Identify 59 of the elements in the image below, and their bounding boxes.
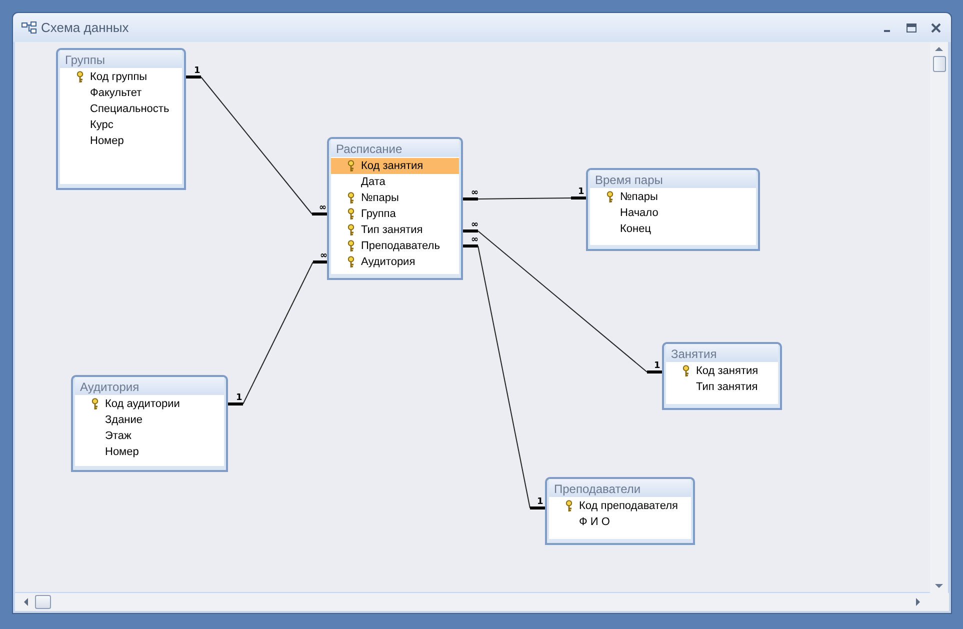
cardinality-label: 1 <box>654 361 660 371</box>
field-name[interactable]: Дата <box>361 176 386 188</box>
field-name[interactable]: Тип занятия <box>696 381 758 393</box>
cardinality-label: ∞ <box>320 251 328 261</box>
field-name[interactable]: Конец <box>620 223 652 235</box>
field-name[interactable]: Тип занятия <box>361 224 423 236</box>
table-title[interactable]: Время пары <box>590 170 756 188</box>
field-name[interactable]: Факультет <box>90 87 142 99</box>
relationships-icon <box>21 20 37 34</box>
vertical-scrollbar[interactable] <box>930 42 948 593</box>
window-title: Схема данных <box>41 20 130 35</box>
field-name[interactable]: Преподаватель <box>361 240 440 252</box>
cardinality-label: ∞ <box>471 220 478 230</box>
field-name[interactable]: Специальность <box>90 103 170 115</box>
maximize-icon[interactable] <box>906 22 917 32</box>
cardinality-label: ∞ <box>471 188 478 198</box>
field-name[interactable]: Номер <box>90 135 124 147</box>
cardinality-label: ∞ <box>471 235 478 245</box>
field-name[interactable]: Код преподавателя <box>579 500 678 512</box>
scroll-thumb[interactable] <box>932 56 946 72</box>
table-title[interactable]: Преподаватели <box>549 479 691 497</box>
horizontal-scrollbar[interactable] <box>15 593 949 611</box>
field-name[interactable]: Здание <box>105 414 143 426</box>
field-name[interactable]: Группа <box>361 208 396 220</box>
table-title[interactable]: Аудитория <box>75 377 224 395</box>
field-name[interactable]: Номер <box>105 446 139 458</box>
table-card[interactable]: Преподаватели Код преподавателя Ф И О <box>545 477 695 545</box>
scroll-right-icon[interactable] <box>915 597 921 607</box>
field-name[interactable]: Код группы <box>90 71 148 83</box>
field-name[interactable]: Ф И О <box>579 516 610 528</box>
scroll-down-icon[interactable] <box>934 583 944 589</box>
cardinality-label: ∞ <box>319 203 326 213</box>
cardinality-label: 1 <box>537 497 544 507</box>
table-title[interactable]: Расписание <box>331 139 459 157</box>
field-name[interactable]: Начало <box>620 207 658 219</box>
cardinality-label: 1 <box>578 187 584 197</box>
field-name[interactable]: Код занятия <box>696 365 758 377</box>
scroll-up-icon[interactable] <box>934 46 944 52</box>
scroll-thumb[interactable] <box>35 595 51 609</box>
field-name[interactable]: Курс <box>90 119 114 131</box>
table-card[interactable]: Расписание Код занятия Дата №пары Группа Тип занятия Преподаватель Аудитория <box>327 137 463 280</box>
table-card[interactable]: Группы Код группы Факультет Специальность Курс Номер <box>56 48 186 190</box>
field-name[interactable]: Этаж <box>105 430 132 442</box>
field-name[interactable]: Аудитория <box>361 256 416 268</box>
table-title[interactable]: Группы <box>60 50 182 68</box>
scroll-left-icon[interactable] <box>23 597 29 607</box>
table-card[interactable]: Занятия Код занятия Тип занятия <box>662 342 782 410</box>
field-name[interactable]: №пары <box>361 192 399 204</box>
field-name[interactable]: Код аудитории <box>105 398 180 410</box>
cardinality-label: 1 <box>236 393 242 403</box>
relationship-line[interactable] <box>463 196 586 200</box>
field-name[interactable]: №пары <box>620 191 658 203</box>
field-name[interactable]: Код занятия <box>361 160 424 172</box>
table-card[interactable]: Время пары №пары Начало Конец <box>586 168 760 251</box>
selected-field-highlight[interactable]: Код занятия <box>331 158 459 174</box>
cardinality-label: 1 <box>194 66 200 76</box>
table-card[interactable]: Аудитория Код аудитории Здание Этаж Номер <box>71 375 228 472</box>
close-icon[interactable] <box>931 22 941 32</box>
table-title[interactable]: Занятия <box>666 344 778 362</box>
